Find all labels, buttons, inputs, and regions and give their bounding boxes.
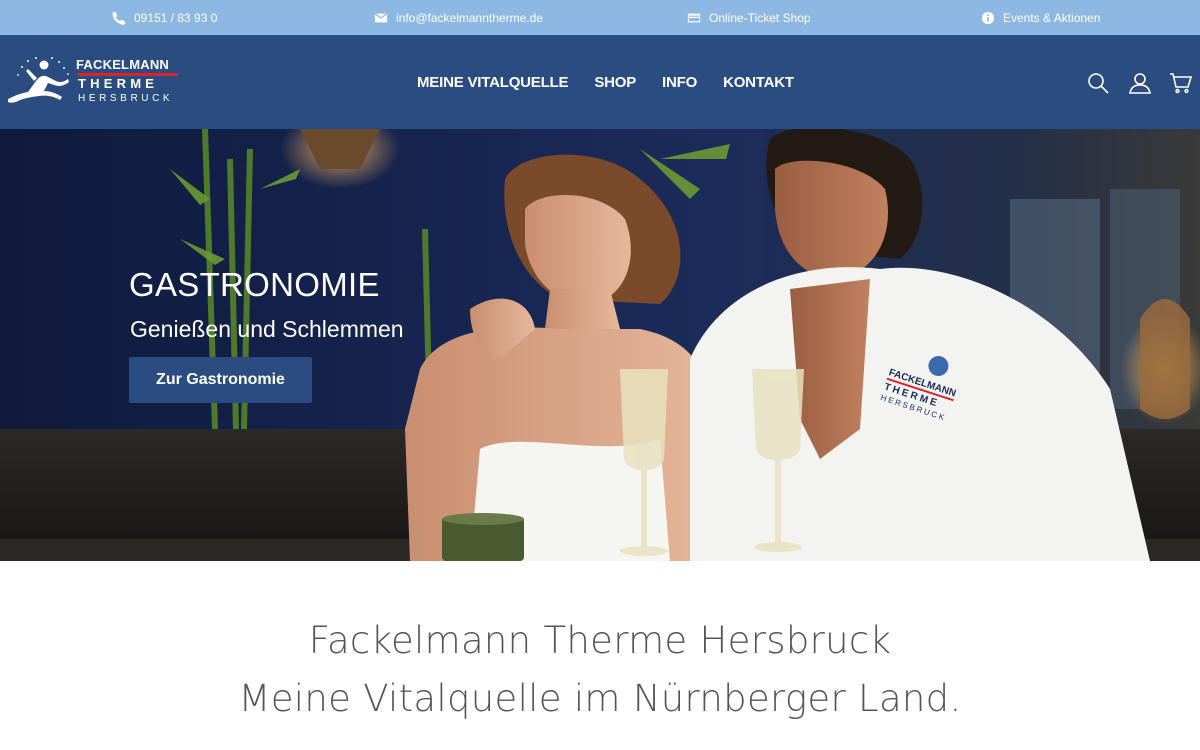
logo-figure-icon (8, 57, 69, 103)
credit-card-icon (687, 13, 701, 22)
hero-banner: FACKELMANN THERME HERSBRUCK GASTRONOMIE … (0, 129, 1200, 561)
phone-icon (112, 11, 126, 25)
events-link[interactable]: Events & Aktionen (981, 0, 1100, 35)
cart-icon (1170, 73, 1193, 94)
cart-button[interactable] (1169, 71, 1193, 95)
phone-link[interactable]: 09151 / 83 93 0 (112, 0, 217, 35)
hero-subtitle: Genießen und Schlemmen (130, 316, 404, 342)
gastronomy-button[interactable]: Zur Gastronomie (129, 357, 312, 403)
account-button[interactable] (1128, 71, 1152, 95)
logo-text-hersbruck: HERSBRUCK (78, 93, 174, 104)
nav-item-shop[interactable]: SHOP (594, 74, 636, 91)
nav-item-meine-vitalquelle[interactable]: MEINE VITALQUELLE (417, 74, 569, 91)
logo-text-therme: THERME (78, 76, 159, 91)
events-label: Events & Aktionen (1003, 10, 1101, 25)
nav-item-kontakt[interactable]: KONTAKT (723, 74, 794, 91)
info-icon (981, 11, 995, 24)
intro-section: Fackelmann Therme Hersbruck Meine Vitalq… (0, 561, 1200, 750)
phone-number: 09151 / 83 93 0 (134, 10, 218, 25)
top-info-bar: 09151 / 83 93 0 info@fackelmanntherme.de… (0, 0, 1200, 35)
main-nav: MEINE VITALQUELLE SHOP INFO KONTAKT (417, 35, 794, 129)
logo-text-fackelmann: FACKELMANN (76, 57, 169, 72)
ticket-shop-label: Online-Ticket Shop (709, 10, 811, 25)
hero-background-image: FACKELMANN THERME HERSBRUCK (0, 129, 1200, 561)
search-button[interactable] (1086, 71, 1110, 95)
user-icon (1129, 73, 1151, 94)
intro-heading-line-2: Meine Vitalquelle im Nürnberger Land. (238, 677, 962, 720)
main-header: FACKELMANN THERME HERSBRUCK MEINE VITALQ… (0, 35, 1200, 129)
email-address: info@fackelmanntherme.de (396, 10, 543, 25)
search-icon (1088, 73, 1109, 94)
intro-heading-line-1: Fackelmann Therme Hersbruck (308, 619, 892, 662)
hero-title: GASTRONOMIE (129, 266, 380, 303)
nav-item-info[interactable]: INFO (662, 74, 697, 91)
mail-icon (374, 12, 388, 22)
email-link[interactable]: info@fackelmanntherme.de (374, 0, 543, 35)
ticket-shop-link[interactable]: Online-Ticket Shop (687, 0, 811, 35)
site-logo[interactable]: FACKELMANN THERME HERSBRUCK (6, 55, 186, 107)
